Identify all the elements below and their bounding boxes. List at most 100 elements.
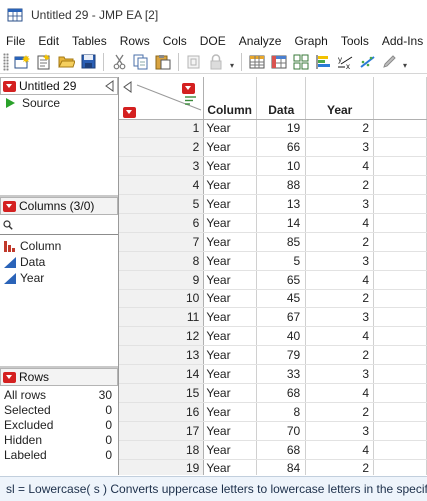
cell-year[interactable]: 2 [305, 402, 375, 422]
cell-column[interactable]: Year [203, 119, 258, 139]
row-number[interactable]: 7 [119, 232, 205, 252]
empty-cell[interactable] [373, 175, 427, 196]
cell-year[interactable]: 3 [305, 421, 375, 441]
pencil-icon[interactable] [378, 51, 400, 73]
row-number[interactable]: 13 [119, 345, 205, 366]
cell-data[interactable]: 5 [256, 251, 307, 271]
row-number[interactable]: 16 [119, 402, 205, 422]
rows-selected[interactable]: Selected 0 [0, 402, 118, 417]
paste-icon[interactable] [152, 51, 174, 73]
cell-column[interactable]: Year [203, 383, 258, 403]
menu-tools[interactable]: Tools [335, 34, 376, 48]
column-item-column[interactable]: Column [0, 238, 118, 254]
table-row[interactable]: 2 Year 66 3 [119, 137, 427, 158]
cell-column[interactable]: Year [203, 213, 258, 233]
cell-column[interactable]: Year [203, 364, 258, 384]
row-number[interactable]: 2 [119, 137, 205, 158]
cell-column[interactable]: Year [203, 270, 258, 290]
menu-rows[interactable]: Rows [114, 34, 157, 48]
cell-column[interactable]: Year [203, 345, 258, 366]
new-script-icon[interactable] [33, 51, 55, 73]
copy-icon[interactable] [130, 51, 152, 73]
empty-cell[interactable] [373, 251, 427, 271]
rows-hidden[interactable]: Hidden 0 [0, 432, 118, 447]
collapse-left-icon[interactable] [104, 80, 115, 93]
multi-grid-icon[interactable] [290, 51, 312, 73]
cell-year[interactable]: 3 [305, 137, 375, 158]
table-row[interactable]: 4 Year 88 2 [119, 175, 427, 196]
table-row[interactable]: 7 Year 85 2 [119, 232, 427, 252]
empty-cell[interactable] [373, 440, 427, 460]
cell-year[interactable]: 4 [305, 213, 375, 233]
cell-column[interactable]: Year [203, 402, 258, 422]
column-item-year[interactable]: Year [0, 270, 118, 286]
cell-column[interactable]: Year [203, 137, 258, 158]
cell-year[interactable]: 3 [305, 251, 375, 271]
cell-column[interactable]: Year [203, 459, 258, 475]
cell-data[interactable]: 65 [256, 270, 307, 290]
cell-column[interactable]: Year [203, 289, 258, 309]
cell-year[interactable]: 3 [305, 364, 375, 384]
cell-data[interactable]: 85 [256, 232, 307, 252]
table-row[interactable]: 8 Year 5 3 [119, 251, 427, 271]
table-row[interactable]: 11 Year 67 3 [119, 307, 427, 328]
empty-column-header[interactable] [373, 77, 427, 120]
empty-cell[interactable] [373, 383, 427, 403]
empty-cell[interactable] [373, 137, 427, 158]
empty-cell[interactable] [373, 232, 427, 252]
menu-doe[interactable]: DOE [194, 34, 233, 48]
row-number[interactable]: 19 [119, 459, 205, 475]
new-column-icon[interactable] [183, 51, 205, 73]
menu-add-ins[interactable]: Add-Ins [376, 34, 427, 48]
table-layout-icon[interactable] [268, 51, 290, 73]
cell-column[interactable]: Year [203, 440, 258, 460]
empty-cell[interactable] [373, 364, 427, 384]
row-number[interactable]: 15 [119, 383, 205, 403]
table-row[interactable]: 17 Year 70 3 [119, 421, 427, 441]
cell-column[interactable]: Year [203, 307, 258, 328]
menu-cols[interactable]: Cols [157, 34, 194, 48]
cell-year[interactable]: 4 [305, 326, 375, 347]
cell-data[interactable]: 88 [256, 175, 307, 196]
row-number[interactable]: 5 [119, 194, 205, 214]
row-number[interactable]: 10 [119, 289, 205, 309]
empty-cell[interactable] [373, 345, 427, 366]
cell-year[interactable]: 3 [305, 194, 375, 214]
cell-data[interactable]: 67 [256, 307, 307, 328]
toolbar-grip[interactable] [3, 52, 9, 71]
row-number[interactable]: 17 [119, 421, 205, 441]
cell-data[interactable]: 68 [256, 440, 307, 460]
empty-cell[interactable] [373, 270, 427, 290]
menu-file[interactable]: File [0, 34, 32, 48]
rows-all[interactable]: All rows 30 [0, 387, 118, 402]
red-triangle-menu-icon[interactable] [3, 80, 16, 92]
table-row[interactable]: 10 Year 45 2 [119, 289, 427, 309]
fit-model-icon[interactable] [356, 51, 378, 73]
menu-edit[interactable]: Edit [32, 34, 66, 48]
cell-year[interactable]: 2 [305, 345, 375, 366]
cell-year[interactable]: 2 [305, 459, 375, 475]
cell-year[interactable]: 2 [305, 119, 375, 139]
table-row[interactable]: 6 Year 14 4 [119, 213, 427, 233]
open-folder-icon[interactable] [55, 51, 77, 73]
grid-corner[interactable] [119, 77, 205, 120]
menu-analyze[interactable]: Analyze [233, 34, 289, 48]
collapse-left-icon[interactable] [123, 81, 132, 93]
table-row[interactable]: 1 Year 19 2 [119, 119, 427, 139]
empty-cell[interactable] [373, 402, 427, 422]
row-number[interactable]: 4 [119, 175, 205, 196]
cell-data[interactable]: 68 [256, 383, 307, 403]
row-number[interactable]: 1 [119, 119, 205, 139]
empty-cell[interactable] [373, 213, 427, 233]
empty-cell[interactable] [373, 326, 427, 347]
red-triangle-menu-icon[interactable] [3, 200, 16, 212]
empty-cell[interactable] [373, 421, 427, 441]
table-row[interactable]: 14 Year 33 3 [119, 364, 427, 384]
table-row[interactable]: 12 Year 40 4 [119, 326, 427, 347]
cell-data[interactable]: 19 [256, 119, 307, 139]
cell-year[interactable]: 2 [305, 175, 375, 196]
empty-cell[interactable] [373, 307, 427, 328]
cell-year[interactable]: 3 [305, 307, 375, 328]
row-number[interactable]: 9 [119, 270, 205, 290]
rows-labeled[interactable]: Labeled 0 [0, 447, 118, 462]
